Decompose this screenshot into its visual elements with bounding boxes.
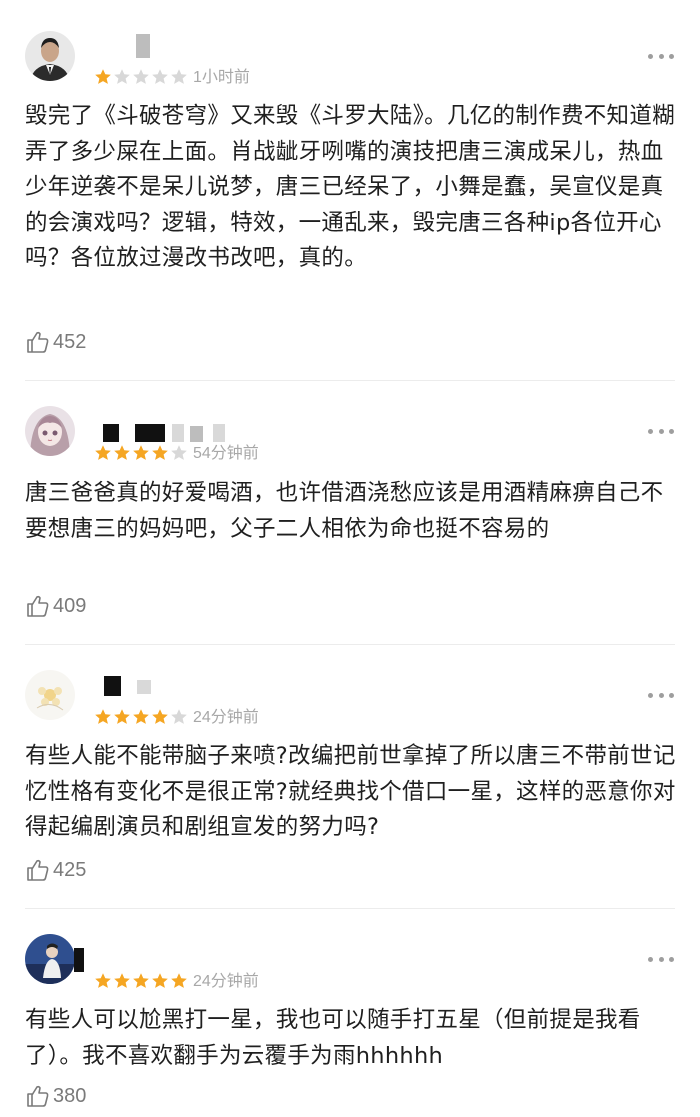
star-filled-icon [94,708,112,726]
comment-text: 毁完了《斗破苍穹》又来毁《斗罗大陆》。几亿的制作费不知道糊弄了多少屎在上面。肖战… [25,103,675,271]
timestamp: 24分钟前 [193,709,259,726]
thumbs-up-icon [25,857,51,883]
like-button[interactable]: 409 [25,593,86,619]
star-filled-icon [113,444,131,462]
star-empty-icon [170,68,188,86]
more-options-icon[interactable] [648,427,674,435]
like-count: 425 [53,858,87,881]
star-empty-icon [170,444,188,462]
timestamp: 1小时前 [193,69,250,86]
like-button[interactable]: 425 [25,857,86,883]
timestamp: 54分钟前 [193,445,259,462]
star-filled-icon [132,444,150,462]
comment-text: 有些人能不能带脑子来喷?改编把前世拿掉了所以唐三不带前世记忆性格有变化不是很正常… [25,743,676,840]
divider [25,908,675,909]
star-filled-icon [170,972,188,990]
man-in-suit-avatar[interactable] [25,31,75,81]
like-count: 452 [53,330,87,353]
divider [25,380,675,381]
flower-avatar[interactable] [25,670,75,720]
star-filled-icon [151,444,169,462]
comment-text: 有些人可以尬黑打一星，我也可以随手打五星（但前提是我看了）。我不喜欢翻手为云覆手… [25,1007,641,1069]
timestamp: 24分钟前 [193,973,259,990]
like-count: 380 [53,1084,87,1107]
more-options-icon[interactable] [648,52,674,60]
star-filled-icon [132,708,150,726]
performer-avatar[interactable] [25,934,75,984]
more-options-icon[interactable] [648,955,674,963]
like-button[interactable]: 380 [25,1083,86,1109]
rating-stars [94,972,188,992]
thumbs-up-icon [25,593,51,619]
star-filled-icon [151,972,169,990]
star-empty-icon [132,68,150,86]
thumbs-up-icon [25,1083,51,1109]
star-empty-icon [170,708,188,726]
star-filled-icon [94,444,112,462]
like-count: 409 [53,594,87,617]
star-filled-icon [113,972,131,990]
like-button[interactable]: 452 [25,329,86,355]
star-filled-icon [132,972,150,990]
star-filled-icon [113,708,131,726]
comment-text: 唐三爸爸真的好爱喝酒，也许借酒浇愁应该是用酒精麻痹自己不要想唐三的妈妈吧，父子二… [25,480,664,542]
more-options-icon[interactable] [648,691,674,699]
anime-girl-avatar[interactable] [25,406,75,456]
divider [25,644,675,645]
star-filled-icon [94,972,112,990]
star-filled-icon [151,708,169,726]
rating-stars [94,708,188,728]
star-filled-icon [94,68,112,86]
rating-stars [94,68,188,88]
star-empty-icon [151,68,169,86]
star-empty-icon [113,68,131,86]
thumbs-up-icon [25,329,51,355]
rating-stars [94,444,188,464]
